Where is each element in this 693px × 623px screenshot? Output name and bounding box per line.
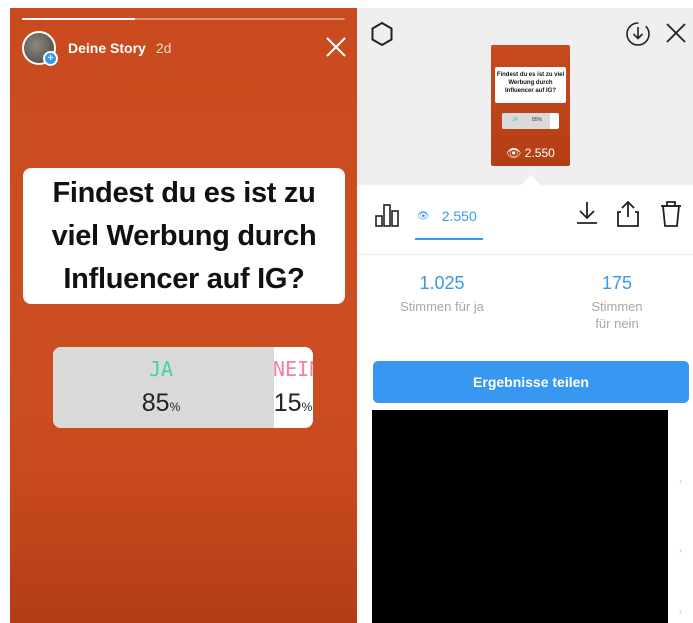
plus-badge-icon[interactable]: + — [43, 51, 58, 66]
story-view: + Deine Story 2d Findest du es ist zu vi… — [10, 8, 357, 623]
story-thumbnail[interactable]: Findest du es ist zu viel Werbung durch … — [491, 45, 570, 166]
scroll-indicator: › — [679, 476, 682, 486]
eye-icon: 👁 — [506, 146, 522, 160]
story-preview-area: Findest du es ist zu viel Werbung durch … — [357, 8, 693, 185]
result-yes: 1.025 Stimmen für ja — [377, 272, 507, 315]
poll-yes-label: JA — [148, 357, 174, 381]
share-results-button[interactable]: Ergebnisse teilen — [373, 361, 689, 403]
close-icon[interactable] — [325, 36, 347, 58]
poll-no-label: NEIN — [273, 357, 313, 381]
result-no-count: 175 — [601, 273, 633, 293]
download-icon[interactable] — [575, 200, 599, 226]
story-header: + Deine Story 2d — [22, 30, 171, 66]
insights-tabs: 👁 2.550 — [357, 198, 693, 242]
poll-option-yes[interactable]: JA 85% — [117, 357, 205, 421]
tab-viewers[interactable]: 👁 2.550 — [417, 204, 477, 228]
scroll-indicator: › — [679, 545, 682, 555]
poll-option-no[interactable]: NEIN 15% — [273, 357, 313, 421]
question-text: Findest du es ist zu viel Werbung durch … — [51, 176, 317, 295]
poll-sticker[interactable]: JA 85% NEIN 15% — [53, 347, 313, 428]
thumbnail-poll-yes: JA — [512, 117, 518, 123]
scroll-indicator: › — [679, 606, 682, 616]
result-yes-label: Stimmen für ja — [400, 299, 484, 314]
thumbnail-views: 👁 2.550 — [506, 146, 555, 160]
thumbnail-question: Findest du es ist zu viel Werbung durch … — [495, 67, 566, 103]
download-circle-icon[interactable] — [625, 21, 651, 47]
result-no-label: Stimmen für nein — [591, 299, 643, 331]
story-progress-fill — [22, 18, 136, 20]
tab-active-indicator — [415, 238, 483, 240]
share-icon[interactable] — [615, 200, 641, 228]
divider — [357, 254, 693, 255]
poll-yes-percent: 85% — [141, 389, 181, 417]
question-sticker: Findest du es ist zu viel Werbung durch … — [23, 168, 345, 304]
gear-icon[interactable] — [369, 21, 395, 47]
eye-icon: 👁 — [417, 210, 430, 222]
close-icon[interactable] — [665, 22, 687, 44]
story-timestamp: 2d — [155, 40, 172, 56]
story-progress-bar — [22, 18, 345, 20]
story-username[interactable]: Deine Story — [68, 40, 146, 56]
insights-panel: Findest du es ist zu viel Werbung durch … — [357, 8, 693, 623]
result-yes-count: 1.025 — [419, 273, 465, 293]
trash-icon[interactable] — [659, 200, 683, 228]
thumbnail-poll-percent: 85% — [532, 117, 543, 123]
poll-no-percent: 15% — [273, 389, 313, 417]
redacted-viewer-list — [372, 410, 668, 623]
thumbnail-poll-fill — [502, 113, 551, 129]
thumbnail-poll: JA 85% — [502, 113, 559, 129]
result-no: 175 Stimmen für nein — [552, 272, 682, 332]
bar-chart-icon[interactable] — [373, 202, 401, 228]
avatar[interactable]: + — [22, 31, 58, 66]
views-count: 2.550 — [441, 208, 477, 224]
